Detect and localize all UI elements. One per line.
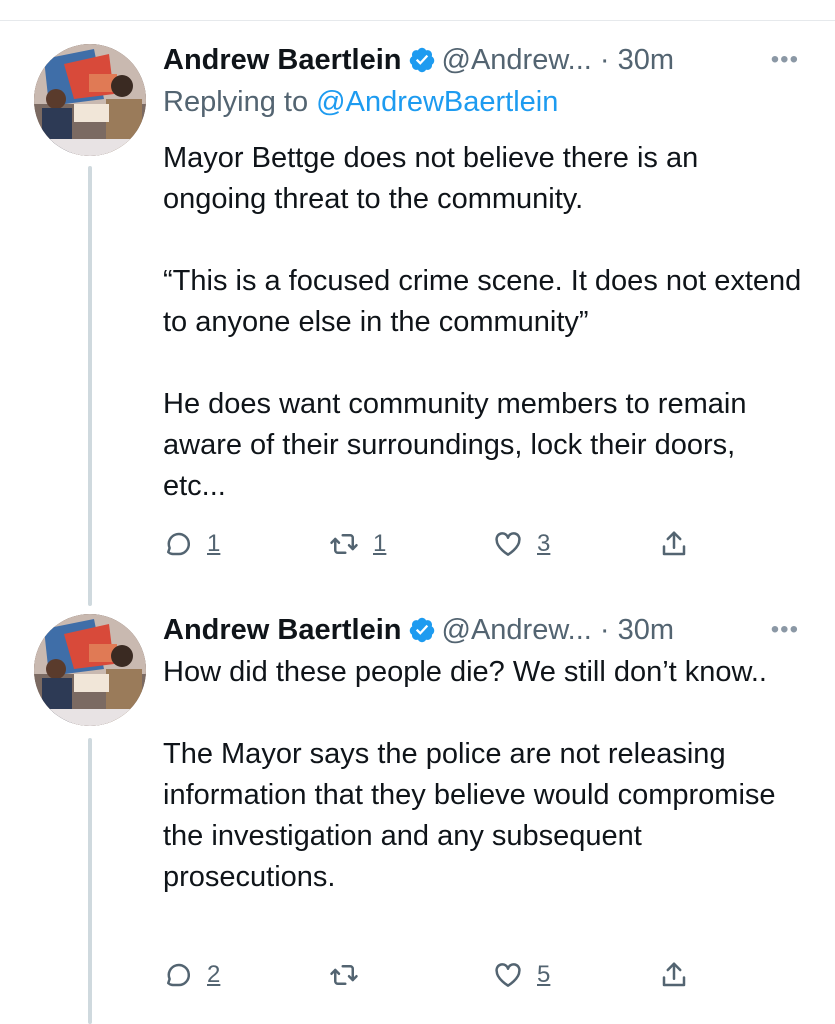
- share-button[interactable]: [659, 955, 689, 995]
- top-divider: [0, 20, 835, 21]
- reply-button[interactable]: 2: [163, 955, 220, 995]
- tweet-text: Mayor Bettge does not believe there is a…: [163, 138, 805, 507]
- reply-icon: [167, 963, 191, 987]
- reply-count: 2: [207, 961, 221, 988]
- retweet-icon: [330, 965, 358, 985]
- tweet-paragraph: He does want community members to remain…: [163, 388, 747, 502]
- retweet-button[interactable]: 1: [329, 524, 386, 564]
- tweet-paragraph: The Mayor says the police are not releas…: [163, 738, 776, 893]
- tweet-paragraph: How did these people die? We still don’t…: [163, 656, 767, 688]
- separator: ·: [599, 44, 610, 76]
- retweet-button[interactable]: [329, 955, 373, 995]
- replying-prefix: Replying to: [163, 86, 309, 118]
- reply-button[interactable]: 1: [163, 524, 220, 564]
- retweet-count: 1: [373, 530, 387, 557]
- separator: ·: [599, 614, 610, 646]
- tweet-paragraph: “This is a focused crime scene. It does …: [163, 265, 802, 338]
- more-icon[interactable]: •••: [771, 610, 799, 650]
- tweet-header: Andrew Baertlein @Andrew... · 30m •••: [163, 40, 835, 80]
- author-handle[interactable]: @Andrew...: [442, 44, 592, 76]
- author-handle[interactable]: @Andrew...: [442, 614, 592, 646]
- reply-icon: [167, 532, 191, 556]
- avatar[interactable]: [34, 614, 146, 726]
- share-button[interactable]: [659, 524, 689, 564]
- replying-to: Replying to @AndrewBaertlein: [163, 82, 558, 122]
- reply-count: 1: [207, 530, 221, 557]
- verified-badge-icon: [408, 615, 436, 655]
- tweet-paragraph: Mayor Bettge does not believe there is a…: [163, 142, 699, 215]
- tweet-header: Andrew Baertlein @Andrew... · 30m •••: [163, 610, 835, 650]
- like-icon: [495, 532, 521, 556]
- timestamp[interactable]: 30m: [618, 44, 674, 76]
- verified-badge-icon: [408, 45, 436, 85]
- share-icon: [662, 962, 686, 987]
- like-button[interactable]: 5: [493, 955, 550, 995]
- thread-line: [88, 738, 92, 1024]
- like-count: 3: [537, 530, 551, 557]
- author-name[interactable]: Andrew Baertlein: [163, 44, 402, 76]
- like-button[interactable]: 3: [493, 524, 550, 564]
- more-icon[interactable]: •••: [771, 40, 799, 80]
- mention-link[interactable]: @AndrewBaertlein: [316, 86, 558, 118]
- avatar[interactable]: [34, 44, 146, 156]
- like-icon: [495, 963, 521, 987]
- author-name[interactable]: Andrew Baertlein: [163, 614, 402, 646]
- retweet-icon: [330, 534, 358, 554]
- like-count: 5: [537, 961, 551, 988]
- tweet-text: How did these people die? We still don’t…: [163, 652, 805, 898]
- share-icon: [662, 531, 686, 556]
- thread-line: [88, 166, 92, 606]
- timestamp[interactable]: 30m: [618, 614, 674, 646]
